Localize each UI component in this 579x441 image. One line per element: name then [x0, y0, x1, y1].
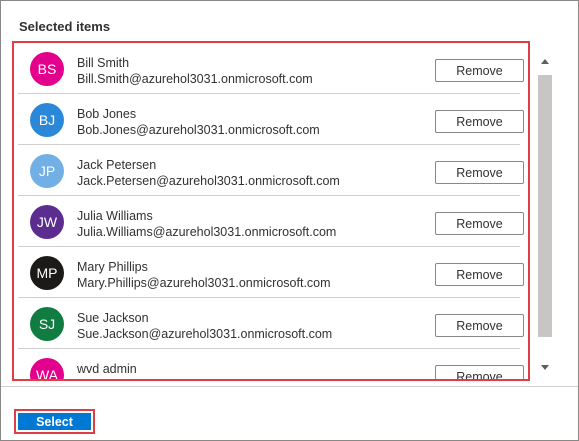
- item-name: Jack Petersen: [77, 158, 157, 172]
- avatar: BJ: [30, 103, 64, 137]
- item-name: Bob Jones: [77, 107, 137, 121]
- items-list-body: BS Bill Smith Bill.Smith@azurehol3031.onmi…: [18, 43, 524, 379]
- item-name: Mary Phillips: [77, 260, 148, 274]
- item-email: Julia.Williams@azurehol3031.onmicrosoft.…: [77, 225, 337, 239]
- list-item: BJ Bob Jones Bob.Jones@azurehol3031.onmicr…: [18, 94, 524, 145]
- selected-items-list: BS Bill Smith Bill.Smith@azurehol3031.onmi…: [12, 41, 530, 381]
- list-item: WA wvd admin Remove: [18, 349, 524, 379]
- scroll-thumb[interactable]: [538, 75, 552, 337]
- item-name: Sue Jackson: [77, 311, 149, 325]
- select-button-highlight: Select: [14, 409, 95, 434]
- item-email: Sue.Jackson@azurehol3031.onmicrosoft.com: [77, 327, 333, 341]
- avatar: JW: [30, 205, 64, 239]
- list-item: BS Bill Smith Bill.Smith@azurehol3031.onmi…: [18, 43, 524, 94]
- selected-items-panel: Selected items BS Bill Smith Bill.Smith@az…: [0, 0, 579, 441]
- scroll-up-arrow-icon[interactable]: [536, 53, 554, 69]
- scrollbar[interactable]: [536, 53, 554, 375]
- item-name: Julia Williams: [77, 209, 153, 223]
- remove-button[interactable]: Remove: [435, 212, 524, 235]
- remove-button[interactable]: Remove: [435, 263, 524, 286]
- list-item: SJ Sue Jackson Sue.Jackson@azurehol3031.on…: [18, 298, 524, 349]
- list-item: MP Mary Phillips Mary.Phillips@azurehol303…: [18, 247, 524, 298]
- remove-button[interactable]: Remove: [435, 314, 524, 337]
- list-item: JW Julia Williams Julia.Williams@azurehol3…: [18, 196, 524, 247]
- panel-title: Selected items: [19, 19, 111, 34]
- avatar: BS: [30, 52, 64, 86]
- remove-button[interactable]: Remove: [435, 59, 524, 82]
- avatar: WA: [30, 358, 64, 379]
- remove-button[interactable]: Remove: [435, 110, 524, 133]
- item-email: Bill.Smith@azurehol3031.onmicrosoft.com: [77, 72, 313, 86]
- remove-button[interactable]: Remove: [435, 161, 524, 184]
- avatar: JP: [30, 154, 64, 188]
- item-name: Bill Smith: [77, 56, 130, 70]
- list-item: JP Jack Petersen Jack.Petersen@azurehol303…: [18, 145, 524, 196]
- item-email: Jack.Petersen@azurehol3031.onmicrosoft.c…: [77, 174, 340, 188]
- item-email: Bob.Jones@azurehol3031.onmicrosoft.com: [77, 123, 320, 137]
- item-email: Mary.Phillips@azurehol3031.onmicrosoft.c…: [77, 276, 331, 290]
- footer-divider: [1, 386, 578, 387]
- avatar: MP: [30, 256, 64, 290]
- scroll-down-arrow-icon[interactable]: [536, 359, 554, 375]
- item-name: wvd admin: [77, 362, 137, 376]
- avatar: SJ: [30, 307, 64, 341]
- remove-button[interactable]: Remove: [435, 365, 524, 379]
- select-button[interactable]: Select: [18, 413, 91, 430]
